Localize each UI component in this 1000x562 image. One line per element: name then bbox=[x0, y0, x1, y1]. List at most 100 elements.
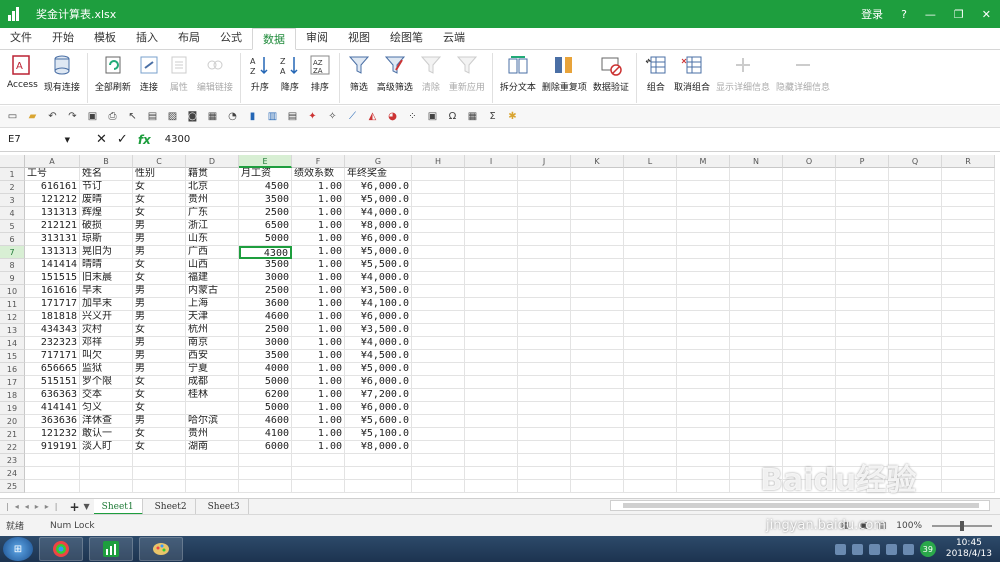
table-cell[interactable]: 5000 bbox=[239, 376, 292, 389]
table-cell[interactable] bbox=[677, 350, 730, 363]
table-cell[interactable]: 151515 bbox=[25, 272, 80, 285]
table-cell[interactable]: 1.00 bbox=[292, 233, 345, 246]
shapes-icon[interactable]: ◔ bbox=[226, 110, 239, 123]
table-cell[interactable] bbox=[571, 389, 624, 402]
table-cell[interactable] bbox=[889, 376, 942, 389]
table-cell[interactable] bbox=[836, 194, 889, 207]
sheet-tab-3[interactable]: Sheet3 bbox=[200, 498, 249, 515]
table-cell[interactable] bbox=[783, 246, 836, 259]
table-cell[interactable] bbox=[518, 194, 571, 207]
table-cell[interactable] bbox=[836, 363, 889, 376]
symbol-icon[interactable]: Ω bbox=[446, 110, 459, 123]
table-cell[interactable]: ¥8,000.0 bbox=[345, 441, 412, 454]
table-cell[interactable] bbox=[783, 415, 836, 428]
table-cell[interactable]: 灾村 bbox=[80, 324, 133, 337]
column-header[interactable]: G bbox=[345, 155, 412, 168]
table-cell[interactable] bbox=[783, 311, 836, 324]
table-cell[interactable] bbox=[942, 389, 995, 402]
table-cell[interactable]: 男 bbox=[133, 363, 186, 376]
table-cell[interactable] bbox=[624, 363, 677, 376]
table-cell[interactable] bbox=[889, 220, 942, 233]
table-cell[interactable] bbox=[836, 298, 889, 311]
table-cell[interactable] bbox=[942, 363, 995, 376]
table-cell[interactable] bbox=[465, 337, 518, 350]
table-cell[interactable]: 贵州 bbox=[186, 428, 239, 441]
table-cell[interactable] bbox=[465, 233, 518, 246]
table-cell[interactable]: 3600 bbox=[239, 298, 292, 311]
table-cell[interactable]: 131313 bbox=[25, 246, 80, 259]
table-cell[interactable] bbox=[677, 220, 730, 233]
table-cell[interactable] bbox=[624, 480, 677, 493]
row-header[interactable]: 24 bbox=[0, 467, 25, 480]
table-cell[interactable] bbox=[80, 454, 133, 467]
table-cell[interactable] bbox=[465, 168, 518, 181]
table-cell[interactable] bbox=[677, 376, 730, 389]
table-cell[interactable] bbox=[942, 194, 995, 207]
table-cell[interactable] bbox=[345, 480, 412, 493]
table-cell[interactable] bbox=[677, 285, 730, 298]
table-cell[interactable]: 121212 bbox=[25, 194, 80, 207]
table-cell[interactable]: ¥3,500.0 bbox=[345, 285, 412, 298]
table-cell[interactable]: 哈尔滨 bbox=[186, 415, 239, 428]
text-frame-icon[interactable]: ▣ bbox=[426, 110, 439, 123]
table-cell[interactable] bbox=[518, 337, 571, 350]
print-icon[interactable]: ⎙ bbox=[106, 110, 119, 123]
table-cell[interactable] bbox=[677, 467, 730, 480]
table-cell[interactable] bbox=[836, 467, 889, 480]
connections-button[interactable]: 连接 bbox=[137, 53, 161, 93]
textbox-icon[interactable]: ▤ bbox=[146, 110, 159, 123]
table-cell[interactable] bbox=[677, 168, 730, 181]
table-cell[interactable] bbox=[836, 207, 889, 220]
table-cell[interactable] bbox=[677, 415, 730, 428]
table-cell[interactable]: 5000 bbox=[239, 233, 292, 246]
table-cell[interactable]: 6500 bbox=[239, 220, 292, 233]
sheet-tab-1[interactable]: Sheet1 bbox=[93, 498, 143, 515]
table-cell[interactable]: ¥5,600.0 bbox=[345, 415, 412, 428]
table-cell[interactable]: 女 bbox=[133, 389, 186, 402]
table-cell[interactable] bbox=[730, 233, 783, 246]
table-cell[interactable]: 363636 bbox=[25, 415, 80, 428]
table-cell[interactable]: 4500 bbox=[239, 181, 292, 194]
table-cell[interactable]: 女 bbox=[133, 376, 186, 389]
table-cell[interactable]: 1.00 bbox=[292, 285, 345, 298]
redo-icon[interactable]: ↷ bbox=[66, 110, 79, 123]
table-cell[interactable] bbox=[730, 454, 783, 467]
table-cell[interactable] bbox=[571, 246, 624, 259]
table-cell[interactable] bbox=[942, 376, 995, 389]
table-cell[interactable] bbox=[730, 207, 783, 220]
table-cell[interactable] bbox=[942, 402, 995, 415]
table-cell[interactable] bbox=[518, 428, 571, 441]
table-cell[interactable]: 邓祥 bbox=[80, 337, 133, 350]
name-box[interactable]: E7 ▼ bbox=[4, 130, 74, 150]
clear-filter-button[interactable]: 清除 bbox=[419, 53, 443, 93]
tab-layout[interactable]: 布局 bbox=[168, 27, 210, 49]
row-header[interactable]: 11 bbox=[0, 298, 25, 311]
table-cell[interactable] bbox=[677, 480, 730, 493]
page-break-icon[interactable]: ▤ bbox=[878, 521, 887, 531]
table-cell[interactable] bbox=[677, 402, 730, 415]
table-cell[interactable]: 男 bbox=[133, 233, 186, 246]
table-cell[interactable]: 1.00 bbox=[292, 246, 345, 259]
table-cell[interactable] bbox=[465, 376, 518, 389]
table-cell[interactable]: 141414 bbox=[25, 259, 80, 272]
pointer-icon[interactable]: ↖ bbox=[126, 110, 139, 123]
table-cell[interactable] bbox=[783, 285, 836, 298]
table-cell[interactable] bbox=[186, 402, 239, 415]
pie-chart-icon[interactable]: ◕ bbox=[386, 110, 399, 123]
table-cell[interactable] bbox=[889, 337, 942, 350]
table-cell[interactable]: ¥5,000.0 bbox=[345, 246, 412, 259]
table-cell[interactable] bbox=[239, 467, 292, 480]
table-cell[interactable]: 313131 bbox=[25, 233, 80, 246]
table-cell[interactable] bbox=[783, 298, 836, 311]
table-cell[interactable] bbox=[836, 285, 889, 298]
sort-button[interactable]: AZ ZA 排序 bbox=[308, 53, 332, 93]
table-cell[interactable]: ¥4,100.0 bbox=[345, 298, 412, 311]
table-cell[interactable]: 1.00 bbox=[292, 441, 345, 454]
table-cell[interactable] bbox=[624, 272, 677, 285]
row-header[interactable]: 13 bbox=[0, 324, 25, 337]
table-cell[interactable]: 加早末 bbox=[80, 298, 133, 311]
table-cell[interactable] bbox=[942, 246, 995, 259]
header-cell[interactable]: 性别 bbox=[133, 168, 186, 181]
row-header[interactable]: 20 bbox=[0, 415, 25, 428]
header-cell[interactable]: 工号 bbox=[25, 168, 80, 181]
